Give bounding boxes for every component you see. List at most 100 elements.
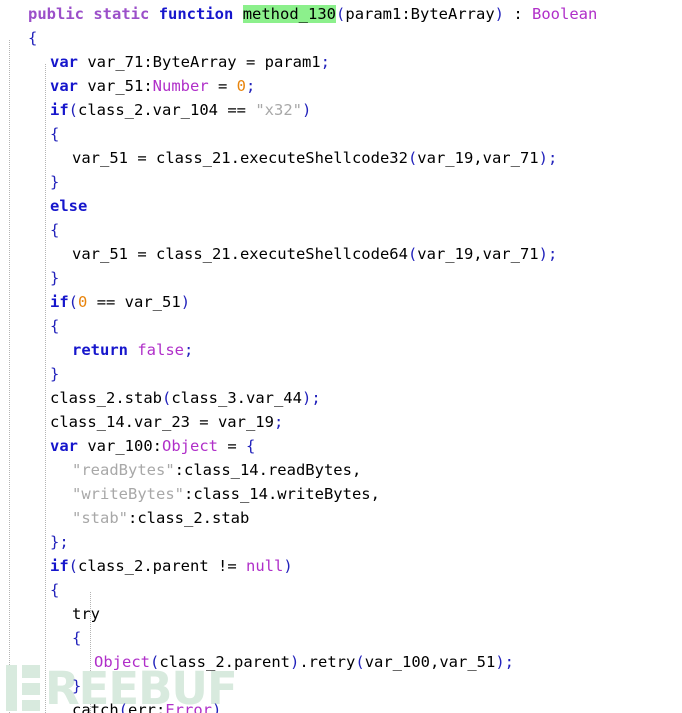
code-line: var var_51:Number = 0; <box>0 74 682 98</box>
code-punctuation: ; <box>320 53 330 71</box>
code-viewer: REEBUF public static function method_130… <box>0 0 682 713</box>
code-line: "writeBytes":class_14.writeBytes, <box>0 482 682 506</box>
highlighted-symbol: method_130 <box>242 5 337 23</box>
code-punctuation: ( <box>355 653 365 671</box>
code-text: .retry <box>299 653 356 671</box>
code-line: if(class_2.parent != null) <box>0 554 682 578</box>
code-keyword: var <box>50 77 78 95</box>
code-punctuation: { <box>28 29 38 47</box>
code-line: try <box>0 602 682 626</box>
code-body: public static function method_130(param1… <box>0 0 682 713</box>
code-punctuation: ) <box>302 101 312 119</box>
code-text: class_3.var_44 <box>171 389 302 407</box>
code-text: var_100,var_51 <box>364 653 496 671</box>
code-punctuation: ) <box>494 5 505 23</box>
code-punctuation: ( <box>118 701 129 713</box>
code-line: { <box>0 26 682 50</box>
code-punctuation: ; <box>246 77 256 95</box>
code-number: 0 <box>236 77 246 95</box>
code-punctuation: ( <box>150 653 160 671</box>
code-line: } <box>0 266 682 290</box>
code-keyword: if <box>50 293 69 311</box>
code-line: } <box>0 170 682 194</box>
code-text: class_2.var_104 == <box>78 101 256 119</box>
code-punctuation: { <box>50 317 60 335</box>
code-keyword: function <box>158 5 234 23</box>
code-punctuation: { <box>50 125 60 143</box>
code-line: Object(class_2.parent).retry(var_100,var… <box>0 650 682 674</box>
code-text: class_2.stab <box>50 389 162 407</box>
code-punctuation: { <box>72 629 82 647</box>
code-punctuation: ( <box>407 149 418 167</box>
code-text: param1:ByteArray <box>345 5 495 23</box>
code-keyword: if <box>50 101 69 119</box>
code-punctuation: } <box>50 365 60 383</box>
code-line: if(class_2.var_104 == "x32") <box>0 98 682 122</box>
code-line: } <box>0 362 682 386</box>
code-line: }; <box>0 530 682 554</box>
code-punctuation: ( <box>161 389 172 407</box>
code-line: var var_100:Object = { <box>0 434 682 458</box>
code-type: Number <box>152 77 209 95</box>
code-punctuation: ( <box>336 5 346 23</box>
code-type: Object <box>162 437 218 455</box>
code-punctuation: ) <box>180 293 191 311</box>
code-keyword: else <box>50 197 88 215</box>
code-string: "stab" <box>72 509 128 527</box>
code-line: else <box>0 194 682 218</box>
code-text: var_51: <box>78 77 153 95</box>
code-keyword: if <box>50 557 69 575</box>
code-punctuation: } <box>50 269 60 287</box>
code-punctuation: ); <box>495 653 515 671</box>
code-string: "x32" <box>255 101 302 119</box>
code-text: err: <box>128 701 166 713</box>
code-keyword: var <box>50 437 78 455</box>
code-keyword: var <box>50 53 78 71</box>
code-text: : <box>504 5 533 23</box>
code-type: Boolean <box>532 5 598 23</box>
code-string: "writeBytes" <box>72 485 184 503</box>
code-punctuation: ( <box>68 293 79 311</box>
code-punctuation: ) <box>290 653 300 671</box>
code-keyword: return <box>72 341 128 359</box>
code-text: = <box>218 437 246 455</box>
code-line: { <box>0 314 682 338</box>
code-type: Object <box>94 653 150 671</box>
code-line: class_14.var_23 = var_19; <box>0 410 682 434</box>
code-string: "readBytes" <box>72 461 175 479</box>
code-punctuation: ( <box>407 245 418 263</box>
code-text: var_71:ByteArray = param1 <box>78 53 321 71</box>
code-punctuation: { <box>246 437 256 455</box>
code-text: == var_51 <box>87 293 181 311</box>
code-line: "stab":class_2.stab <box>0 506 682 530</box>
code-line: if(0 == var_51) <box>0 290 682 314</box>
code-punctuation: ; <box>273 413 284 431</box>
code-punctuation: ( <box>68 101 79 119</box>
code-line: { <box>0 578 682 602</box>
code-line: return false; <box>0 338 682 362</box>
code-punctuation: }; <box>50 533 69 551</box>
code-line: var_51 = class_21.executeShellcode64(var… <box>0 242 682 266</box>
code-line: var_51 = class_21.executeShellcode32(var… <box>0 146 682 170</box>
code-keyword: static <box>93 5 150 23</box>
code-line: { <box>0 122 682 146</box>
code-text: var_19,var_71 <box>417 149 539 167</box>
code-text: var_51 = class_21.executeShellcode32 <box>72 149 408 167</box>
code-line: class_2.stab(class_3.var_44); <box>0 386 682 410</box>
code-text: class_14.var_23 = var_19 <box>50 413 274 431</box>
code-punctuation: ; <box>184 341 194 359</box>
code-number: 0 <box>78 293 88 311</box>
code-punctuation: } <box>50 173 60 191</box>
code-punctuation: ( <box>68 557 79 575</box>
code-type: Error <box>165 701 213 713</box>
code-text: catch <box>72 701 119 713</box>
code-punctuation: ) <box>212 701 222 713</box>
code-text: = <box>208 77 237 95</box>
code-text: var_19,var_71 <box>417 245 539 263</box>
code-type: false <box>137 341 185 359</box>
code-text: :class_14.writeBytes, <box>183 485 380 503</box>
